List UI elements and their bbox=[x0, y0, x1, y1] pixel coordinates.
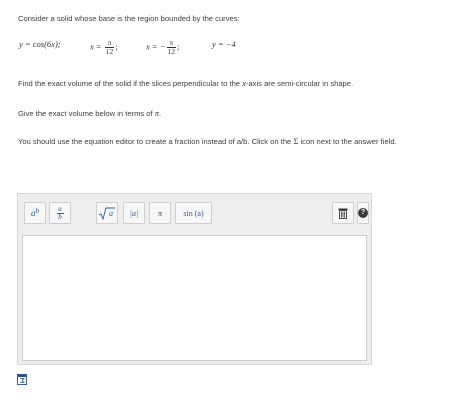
trash-button[interactable] bbox=[332, 202, 354, 224]
editor-toolbar: ab a b a |a| π sin (a) ? bbox=[18, 194, 371, 234]
editor-note: You should use the equation editor to cr… bbox=[18, 136, 397, 146]
curve-1: y = cos(6x); bbox=[19, 39, 61, 49]
curve-3: x = − π 12; bbox=[146, 38, 180, 56]
absolute-value-button[interactable]: |a| bbox=[123, 202, 145, 224]
instruction-text: Give the exact volume below in terms of … bbox=[18, 108, 162, 118]
problem-intro: Consider a solid whose base is the regio… bbox=[18, 14, 240, 23]
help-icon: ? bbox=[358, 208, 368, 218]
curve-3-fraction: π 12 bbox=[166, 38, 176, 56]
sin-button[interactable]: sin (a) bbox=[175, 202, 212, 224]
exponent-button[interactable]: ab bbox=[24, 202, 46, 224]
trash-icon bbox=[338, 208, 348, 219]
question-text: Find the exact volume of the solid if th… bbox=[18, 78, 354, 88]
answer-input[interactable] bbox=[22, 235, 367, 361]
sqrt-icon bbox=[98, 207, 115, 220]
fraction-button[interactable]: a b bbox=[49, 202, 71, 224]
curve-2: x = π 12; bbox=[90, 38, 118, 56]
equation-editor-button[interactable] bbox=[17, 372, 27, 385]
help-button[interactable]: ? bbox=[357, 202, 369, 224]
curve-2-fraction: π 12 bbox=[104, 38, 115, 56]
equation-editor-icon bbox=[17, 374, 27, 385]
equation-editor: ab a b a |a| π sin (a) ? bbox=[17, 193, 372, 365]
sqrt-button[interactable]: a bbox=[96, 202, 118, 224]
curve-4: y = −4 bbox=[212, 39, 236, 49]
pi-button[interactable]: π bbox=[149, 202, 171, 224]
